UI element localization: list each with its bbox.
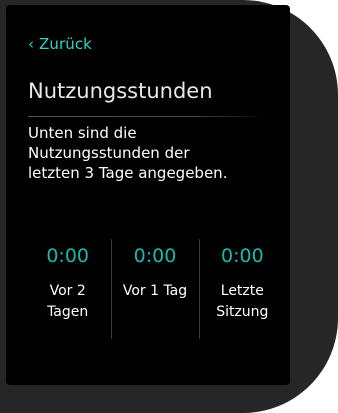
back-button[interactable]: ‹ Zurück xyxy=(28,35,92,53)
usage-label: Vor 1 Tag xyxy=(111,281,198,302)
usage-value: 0:00 xyxy=(220,245,264,267)
usage-column-last-session: 0:00 Letzte Sitzung xyxy=(198,237,286,342)
title-divider xyxy=(28,116,268,117)
usage-label-line: Sitzung xyxy=(216,304,269,320)
usage-label-line: Tagen xyxy=(47,304,89,320)
page-title: Nutzungsstunden xyxy=(28,79,213,103)
usage-column-1-day-ago: 0:00 Vor 1 Tag xyxy=(111,237,198,342)
usage-columns: 0:00 Vor 2 Tagen 0:00 Vor 1 Tag 0:00 Let… xyxy=(24,237,286,342)
usage-label-line: Vor 1 Tag xyxy=(122,283,188,299)
usage-value: 0:00 xyxy=(133,245,177,267)
usage-label: Letzte Sitzung xyxy=(199,281,286,323)
usage-label-line: Vor 2 xyxy=(49,283,86,299)
device-bezel: ‹ Zurück Nutzungsstunden Unten sind die … xyxy=(0,0,338,413)
description-text: Unten sind die Nutzungsstunden der letzt… xyxy=(28,123,278,183)
usage-label: Vor 2 Tagen xyxy=(24,281,111,323)
description-line: letzten 3 Tage angegeben. xyxy=(28,164,228,182)
usage-column-2-days-ago: 0:00 Vor 2 Tagen xyxy=(24,237,111,342)
usage-value: 0:00 xyxy=(46,245,89,267)
device-screen: ‹ Zurück Nutzungsstunden Unten sind die … xyxy=(6,5,290,385)
description-line: Unten sind die xyxy=(28,124,137,142)
usage-label-line: Letzte xyxy=(220,283,264,299)
description-line: Nutzungsstunden der xyxy=(28,144,190,162)
